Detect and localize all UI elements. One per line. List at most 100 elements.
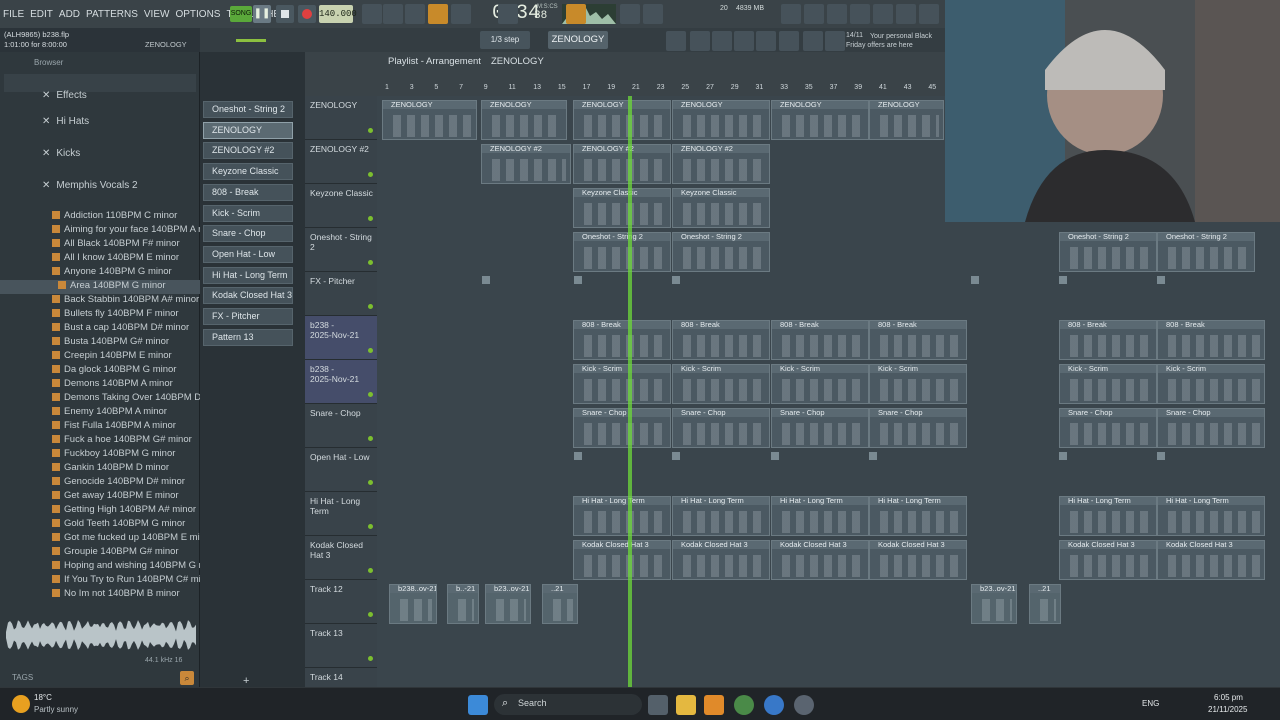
clip-marker[interactable]	[672, 276, 680, 284]
playlist-clip[interactable]: Keyzone Classic	[573, 188, 671, 228]
track-led-icon[interactable]	[368, 348, 373, 353]
browser-folder[interactable]: ✕ Memphis Vocals 2	[0, 180, 200, 198]
playlist-clip[interactable]: ZENOLOGY	[771, 100, 869, 140]
toolbar-button-icon[interactable]	[362, 4, 382, 24]
close-icon[interactable]: ✕	[42, 180, 50, 191]
toolbar-button-icon[interactable]	[690, 31, 710, 51]
playlist-clip[interactable]: b238..ov-21	[389, 584, 437, 624]
playlist-clip[interactable]: Kick - Scrim	[573, 364, 671, 404]
toolbar-button-icon[interactable]	[712, 31, 732, 51]
browser-file[interactable]: Get away 140BPM E minor	[0, 490, 200, 504]
playlist-clip[interactable]: b23..ov-21	[485, 584, 531, 624]
clip-marker[interactable]	[1059, 276, 1067, 284]
clip-marker[interactable]	[771, 452, 779, 460]
clip-marker[interactable]	[574, 452, 582, 460]
pattern-item[interactable]: FX - Pitcher	[203, 308, 293, 325]
playlist-clip[interactable]: Snare - Chop	[1157, 408, 1265, 448]
playlist-clip[interactable]: Kodak Closed Hat 3	[672, 540, 770, 580]
track-header[interactable]: Hi Hat - Long Term	[305, 492, 377, 536]
track-led-icon[interactable]	[368, 260, 373, 265]
playlist-clip[interactable]: 808 - Break	[1059, 320, 1157, 360]
track-header[interactable]: Snare - Chop	[305, 404, 377, 448]
playlist-clip[interactable]: Oneshot - String 2	[573, 232, 671, 272]
playlist-clip[interactable]: ZENOLOGY	[573, 100, 671, 140]
playlist-clip[interactable]: Hi Hat - Long Term	[1157, 496, 1265, 536]
playlist-clip[interactable]: Kick - Scrim	[1059, 364, 1157, 404]
browser-folder[interactable]: ✕ Kicks	[0, 148, 200, 166]
playlist-clip[interactable]: 808 - Break	[573, 320, 671, 360]
browser-file[interactable]: Bust a cap 140BPM D# minor	[0, 322, 200, 336]
search-icon[interactable]: ⌕	[180, 671, 194, 685]
browser-file[interactable]: All I know 140BPM E minor	[0, 252, 200, 266]
track-led-icon[interactable]	[368, 612, 373, 617]
lang-indicator[interactable]: ENG	[1142, 699, 1159, 708]
track-header[interactable]: b238 - 2025-Nov-21	[305, 360, 377, 404]
browser-file[interactable]: Getting High 140BPM A# minor	[0, 504, 200, 518]
playlist-clip[interactable]: Snare - Chop	[573, 408, 671, 448]
track-led-icon[interactable]	[368, 172, 373, 177]
playlist-clip[interactable]: 808 - Break	[1157, 320, 1265, 360]
track-header[interactable]: Keyzone Classic	[305, 184, 377, 228]
browser-folder[interactable]: ✕ Effects	[0, 90, 200, 108]
pattern-item[interactable]: Snare - Chop	[203, 225, 293, 243]
playlist-clip[interactable]: Kick - Scrim	[771, 364, 869, 404]
track-header[interactable]: Track 12	[305, 580, 377, 624]
toolbar-button-icon[interactable]	[405, 4, 425, 24]
track-led-icon[interactable]	[368, 304, 373, 309]
playlist-clip[interactable]: Kodak Closed Hat 3	[573, 540, 671, 580]
playlist-clip[interactable]: Kick - Scrim	[869, 364, 967, 404]
browser-file[interactable]: Creepin 140BPM E minor	[0, 350, 200, 364]
track-led-icon[interactable]	[368, 436, 373, 441]
browser-folder[interactable]: ✕ Hi Hats	[0, 116, 200, 134]
playlist-clip[interactable]: Hi Hat - Long Term	[869, 496, 967, 536]
playlist-clip[interactable]: Snare - Chop	[771, 408, 869, 448]
playlist-clip[interactable]: Hi Hat - Long Term	[771, 496, 869, 536]
clip-marker[interactable]	[574, 276, 582, 284]
app-icon[interactable]	[794, 695, 814, 715]
pattern-item[interactable]: Oneshot - String 2	[203, 101, 293, 118]
playlist-clip[interactable]: 808 - Break	[672, 320, 770, 360]
playlist-clip[interactable]: Snare - Chop	[869, 408, 967, 448]
playlist-clip[interactable]: Oneshot - String 2	[1157, 232, 1255, 272]
toolbar-button-icon[interactable]	[620, 4, 640, 24]
playlist-clip[interactable]: Kick - Scrim	[1157, 364, 1265, 404]
playlist-clip[interactable]: ZENOLOGY #2	[573, 144, 671, 184]
playlist-clip[interactable]: Hi Hat - Long Term	[672, 496, 770, 536]
tool-icon[interactable]	[781, 4, 801, 24]
pattern-item[interactable]: Kick - Scrim	[203, 204, 293, 222]
task-view-icon[interactable]	[648, 695, 668, 715]
browser-file[interactable]: Gankin 140BPM D minor	[0, 462, 200, 476]
browser-file[interactable]: Area 140BPM G minor	[0, 280, 200, 294]
playlist-clip[interactable]: ZENOLOGY	[869, 100, 944, 140]
browser-file[interactable]: Addiction 110BPM C minor	[0, 210, 200, 224]
close-icon[interactable]: ✕	[42, 116, 50, 127]
playlist-clip[interactable]: Kodak Closed Hat 3	[869, 540, 967, 580]
pattern-item[interactable]: ZENOLOGY #2	[203, 142, 293, 160]
pattern-item[interactable]: 808 - Break	[203, 183, 293, 201]
clip-marker[interactable]	[1059, 452, 1067, 460]
playlist-clip[interactable]: Kodak Closed Hat 3	[1157, 540, 1265, 580]
toolbar-button-icon[interactable]	[779, 31, 799, 51]
playlist-clip[interactable]: Oneshot - String 2	[1059, 232, 1157, 272]
track-led-icon[interactable]	[368, 568, 373, 573]
browser-file[interactable]: Gold Teeth 140BPM G minor	[0, 518, 200, 532]
playlist-clip[interactable]: Snare - Chop	[672, 408, 770, 448]
playlist-clip[interactable]: b..-21	[447, 584, 479, 624]
tool-icon[interactable]	[896, 4, 916, 24]
playlist-clip[interactable]: b23..ov-21	[971, 584, 1017, 624]
pattern-item[interactable]: Pattern 13	[203, 328, 293, 346]
clock-time[interactable]: 6:05 pm	[1214, 693, 1243, 702]
browser-file[interactable]: Busta 140BPM G# minor	[0, 336, 200, 350]
track-header[interactable]: b238 - 2025-Nov-21	[305, 316, 377, 360]
playlist-clip[interactable]: Kodak Closed Hat 3	[771, 540, 869, 580]
toolbar-button-icon[interactable]	[643, 4, 663, 24]
fl-studio-icon[interactable]	[704, 695, 724, 715]
playlist-clip[interactable]: 808 - Break	[771, 320, 869, 360]
playlist-clip[interactable]: ..21	[542, 584, 578, 624]
track-led-icon[interactable]	[368, 128, 373, 133]
track-header[interactable]: ZENOLOGY #2	[305, 140, 377, 184]
pattern-item[interactable]: Open Hat - Low	[203, 245, 293, 263]
browser-file[interactable]: Aiming for your face 140BPM A minor	[0, 224, 200, 238]
browser-file[interactable]: Da glock 140BPM G minor	[0, 364, 200, 378]
tool-icon[interactable]	[873, 4, 893, 24]
